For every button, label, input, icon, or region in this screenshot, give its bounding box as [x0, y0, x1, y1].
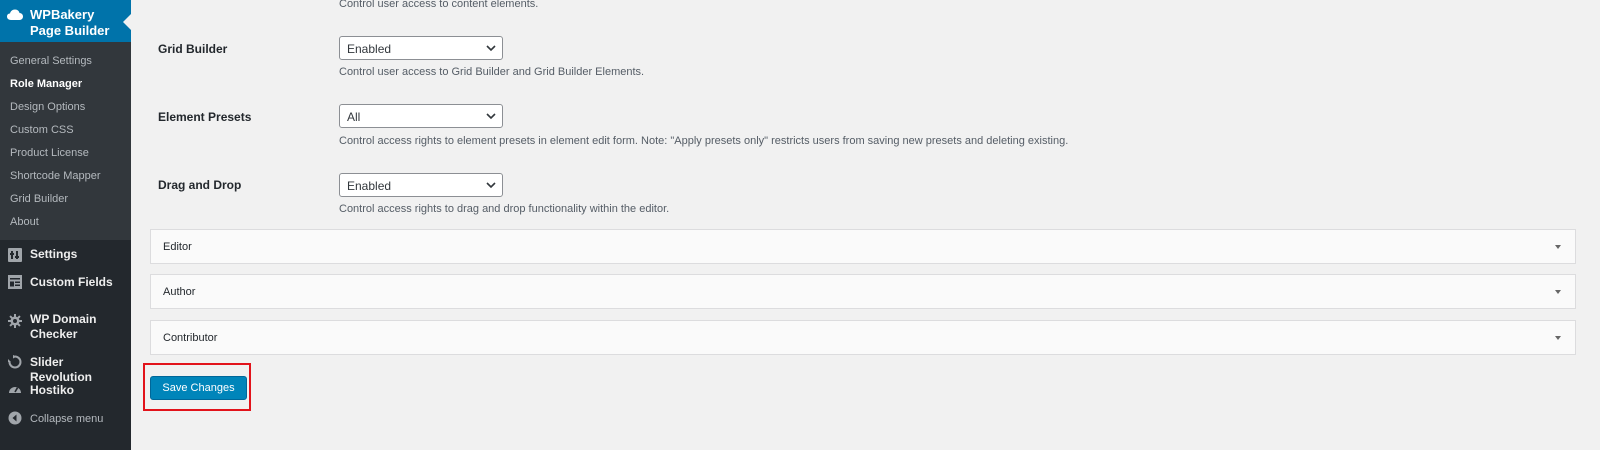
grid-builder-select[interactable]: Enabled: [339, 36, 503, 60]
submenu-item-design-options[interactable]: Design Options: [10, 100, 85, 114]
role-panel-contributor[interactable]: Contributor: [150, 320, 1576, 355]
grid-builder-description: Control user access to Grid Builder and …: [339, 66, 645, 78]
collapse-arrow-icon: [8, 411, 22, 425]
admin-sidebar: WPBakery Page Builder General Settings R…: [0, 0, 131, 450]
role-panel-title: Editor: [163, 241, 192, 253]
menu-item-custom-fields[interactable]: Custom Fields: [0, 275, 131, 295]
wpbakery-cloud-icon: [7, 9, 23, 20]
submenu-item-role-manager[interactable]: Role Manager: [10, 77, 82, 91]
select-value: Enabled: [347, 42, 392, 56]
chevron-down-icon: [486, 45, 496, 52]
menu-item-settings[interactable]: Settings: [0, 247, 131, 267]
submenu-item-shortcode-mapper[interactable]: Shortcode Mapper: [10, 169, 101, 183]
drag-and-drop-description: Control access rights to drag and drop f…: [339, 203, 670, 215]
save-changes-button[interactable]: Save Changes: [150, 376, 247, 400]
menu-item-label: Slider Revolution: [30, 355, 92, 384]
menu-item-hostiko[interactable]: Hostiko: [0, 383, 131, 403]
drag-and-drop-label: Drag and Drop: [158, 178, 242, 192]
drag-and-drop-select[interactable]: Enabled: [339, 173, 503, 197]
dashboard-icon: [9, 387, 21, 393]
submenu-item-grid-builder[interactable]: Grid Builder: [10, 192, 68, 206]
role-panel-editor[interactable]: Editor: [150, 229, 1576, 264]
menu-item-label: WP Domain Checker: [30, 312, 97, 341]
caret-down-icon: [1555, 336, 1561, 340]
menu-item-wpbakery[interactable]: WPBakery Page Builder: [0, 0, 131, 42]
submenu-item-general-settings[interactable]: General Settings: [10, 54, 92, 68]
chevron-down-icon: [486, 182, 496, 189]
grid-builder-label: Grid Builder: [158, 42, 228, 56]
element-presets-label: Element Presets: [158, 110, 252, 124]
role-panel-title: Author: [163, 286, 196, 298]
select-value: Enabled: [347, 179, 392, 193]
menu-item-wp-domain-checker[interactable]: WP Domain Checker: [0, 312, 131, 344]
settings-icon: [8, 248, 22, 262]
role-panel-author[interactable]: Author: [150, 274, 1576, 309]
gear-icon: [8, 314, 22, 328]
caret-down-icon: [1555, 290, 1561, 294]
select-value: All: [347, 110, 361, 124]
content-elements-description: Control user access to content elements.: [339, 0, 539, 10]
menu-item-label: Settings: [30, 247, 78, 261]
collapse-menu-label: Collapse menu: [30, 413, 104, 425]
refresh-icon: [8, 355, 22, 369]
menu-item-label: WPBakery Page Builder: [30, 7, 110, 38]
element-presets-description: Control access rights to element presets…: [339, 135, 1069, 147]
caret-down-icon: [1555, 245, 1561, 249]
submenu: General Settings Role Manager Design Opt…: [0, 42, 131, 240]
main-content: Control user access to content elements.…: [131, 0, 1600, 450]
submenu-item-about[interactable]: About: [10, 215, 39, 229]
element-presets-select[interactable]: All: [339, 104, 503, 128]
submenu-item-custom-css[interactable]: Custom CSS: [10, 123, 74, 137]
current-menu-arrow: [123, 14, 131, 30]
menu-item-label: Hostiko: [30, 383, 75, 397]
custom-fields-icon: [8, 275, 22, 289]
menu-item-label: Custom Fields: [30, 275, 113, 289]
role-panel-title: Contributor: [163, 332, 218, 344]
submenu-item-product-license[interactable]: Product License: [10, 146, 89, 160]
collapse-menu-button[interactable]: Collapse menu: [0, 411, 131, 431]
chevron-down-icon: [486, 113, 496, 120]
menu-item-slider-revolution[interactable]: Slider Revolution: [0, 355, 131, 384]
